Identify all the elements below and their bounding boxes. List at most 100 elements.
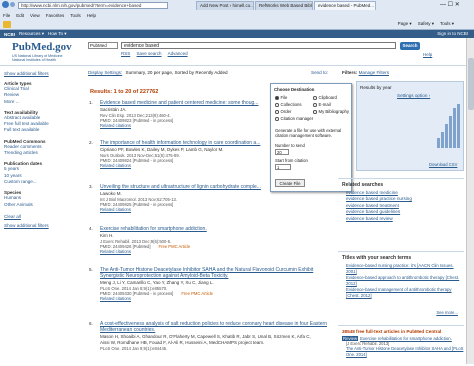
address-bar[interactable]: http://www.ncbi.nlm.nih.gov/pubmed/?term… — [18, 2, 168, 9]
tab-add-new-post[interactable]: Add New Post ‹ himell.co... — [196, 1, 254, 10]
tab-refworks[interactable]: RefWorks Web Based Bibl... — [255, 1, 313, 10]
signin-link[interactable]: Sign in to NCBI — [437, 31, 468, 36]
related-search-item[interactable]: evidence based review — [346, 216, 464, 222]
option-clipboard[interactable]: Clipboard — [313, 95, 337, 100]
titles-title: Titles with your search terms — [342, 255, 412, 261]
related-citations-link[interactable]: Related citations — [100, 123, 131, 128]
option-file[interactable]: File — [275, 95, 287, 100]
help-link[interactable]: Help — [423, 52, 432, 57]
show-additional-filters[interactable]: Show additional filters — [4, 71, 84, 76]
show-additional-filters-2[interactable]: Show additional filters — [4, 223, 84, 228]
advanced-link[interactable]: Advanced — [168, 51, 188, 56]
filter-item[interactable]: Full text available — [4, 127, 84, 133]
result-authors: Kim H. — [100, 233, 114, 238]
display-settings-value: Summary, 20 per page, Sorted by Recently… — [125, 70, 228, 75]
back-button[interactable] — [2, 1, 9, 8]
manage-filters-link[interactable]: Manage Filters — [359, 70, 389, 75]
option-label: Order — [280, 109, 292, 114]
results-count: Results: 1 to 20 of 227762 — [90, 89, 159, 95]
option-order[interactable]: Order — [275, 109, 291, 114]
logo-subtitle: US National Library of Medicine National… — [12, 54, 63, 62]
pubmed-logo[interactable]: PubMed.gov — [12, 41, 72, 53]
radio-icon — [313, 103, 317, 107]
title-item[interactable]: Evidence-based management of antithrombo… — [346, 287, 462, 298]
related-searches: Related searches evidence based medicine… — [338, 178, 464, 230]
menu-tools[interactable]: Tools — [70, 13, 81, 18]
resources-menu[interactable]: Resources ▾ — [19, 31, 44, 37]
filter-item[interactable]: Trending articles — [4, 150, 84, 156]
result-title[interactable]: The Anti-Tumor Histone Deacetylase Inhib… — [100, 267, 328, 279]
radio-icon — [275, 117, 279, 121]
free-pmc-link[interactable]: Free PMC Article — [181, 291, 213, 296]
result-number: 4. — [89, 226, 93, 231]
option-label: File — [280, 95, 288, 100]
result-number: 6. — [89, 321, 93, 326]
result-title[interactable]: Exercise rehabilitation for smartphone a… — [100, 226, 328, 232]
menu-help[interactable]: Help — [87, 13, 96, 18]
clear-all-link[interactable]: Clear all — [4, 214, 84, 219]
filters-text: Filters: — [342, 70, 358, 75]
forward-button[interactable] — [10, 2, 15, 7]
free-item-link[interactable]: Exercise rehabilitation for smartphone a… — [360, 336, 452, 341]
tab-pubmed[interactable]: evidence based - PubMed... — [314, 1, 376, 10]
radio-icon — [275, 110, 279, 114]
window-controls[interactable]: — ☐ ✕ — [440, 1, 460, 8]
download-csv-link[interactable]: Download CSV — [429, 162, 457, 167]
result-number: 3. — [89, 184, 93, 189]
tools-menu[interactable]: Tools ▾ — [440, 21, 454, 27]
send-to-menu[interactable]: Send to: — [311, 70, 328, 75]
result-number: 1. — [89, 100, 93, 105]
display-settings-link[interactable]: Display Settings: — [88, 70, 122, 75]
title-item[interactable]: Evidence-based approach to antithromboti… — [346, 275, 462, 286]
radio-icon — [313, 110, 317, 114]
related-citations-link[interactable]: Related citations — [100, 249, 131, 254]
favorites-star-icon[interactable] — [3, 20, 11, 28]
right-column: Filters: Manage Filters Results by year … — [338, 67, 474, 364]
page-menu[interactable]: Page ▾ — [398, 21, 412, 27]
related-citations-link[interactable]: Related citations — [100, 207, 131, 212]
start-from-input[interactable]: 1 — [275, 164, 291, 170]
free-fulltext-title: 38548 free full-text articles in PubMed … — [342, 329, 442, 334]
rss-link[interactable]: RSS — [121, 51, 130, 56]
result-item: 5. The Anti-Tumor Histone Deacetylase In… — [88, 267, 330, 323]
database-select[interactable]: PubMed — [88, 42, 118, 49]
see-more-link[interactable]: See more... — [436, 310, 458, 315]
result-authors: Meng J, Li Y, Camarillo C, Yao Y, Zhang … — [100, 280, 214, 285]
option-email[interactable]: E-mail — [313, 102, 331, 107]
filter-sidebar: Show additional filters Article types Cl… — [0, 67, 84, 364]
howto-menu[interactable]: How To ▾ — [48, 31, 66, 37]
filter-item[interactable]: More ... — [4, 99, 84, 105]
filter-item[interactable]: Other Animals — [4, 202, 84, 208]
start-from-label: Start from citation — [275, 158, 308, 163]
menu-edit[interactable]: Edit — [16, 13, 24, 18]
ncbi-logo[interactable]: NCBI — [4, 32, 15, 37]
option-citation-manager[interactable]: Citation manager — [275, 116, 313, 121]
settings-link[interactable]: Settings option › — [397, 93, 430, 98]
command-bar: Page ▾ Safety ▾ Tools ▾ — [0, 19, 474, 29]
scrollbar-thumb[interactable] — [468, 58, 474, 110]
menu-file[interactable]: File — [3, 13, 10, 18]
result-title[interactable]: A cost-effectiveness analysis of salt re… — [100, 321, 328, 333]
search-input[interactable]: evidence based — [121, 42, 396, 49]
related-citations-link[interactable]: Related citations — [100, 163, 131, 168]
title-item[interactable]: Evidence-based nursing practice: it's [A… — [346, 263, 462, 274]
menu-favorites[interactable]: Favorites — [46, 13, 65, 18]
result-authors: Mason H, Shoaibi A, Ghandour R, O'Flaher… — [100, 334, 311, 339]
vertical-scrollbar[interactable] — [466, 38, 474, 364]
free-item-link[interactable]: The Anti-Tumor Histone Deacetylase Inhib… — [346, 346, 464, 357]
option-collections[interactable]: Collections — [275, 102, 302, 107]
safety-menu[interactable]: Safety ▾ — [418, 21, 434, 27]
number-to-send-select[interactable]: 20 — [275, 149, 289, 155]
results-by-year-title: Results by year — [360, 85, 392, 90]
create-file-button[interactable]: Create File — [275, 179, 305, 187]
search-button[interactable]: Search — [400, 42, 420, 50]
free-pmc-link[interactable]: Free PMC Article — [159, 244, 191, 249]
menu-view[interactable]: View — [30, 13, 40, 18]
related-citations-link[interactable]: Related citations — [100, 296, 131, 301]
filter-item[interactable]: Custom range... — [4, 179, 84, 185]
option-label: E-mail — [318, 102, 331, 107]
browser-chrome: http://www.ncbi.nlm.nih.gov/pubmed/?term… — [0, 0, 474, 30]
tab-strip: http://www.ncbi.nlm.nih.gov/pubmed/?term… — [0, 0, 474, 10]
free-fulltext-box: 38548 free full-text articles in PubMed … — [338, 325, 464, 365]
save-search-link[interactable]: Save search — [137, 51, 162, 56]
